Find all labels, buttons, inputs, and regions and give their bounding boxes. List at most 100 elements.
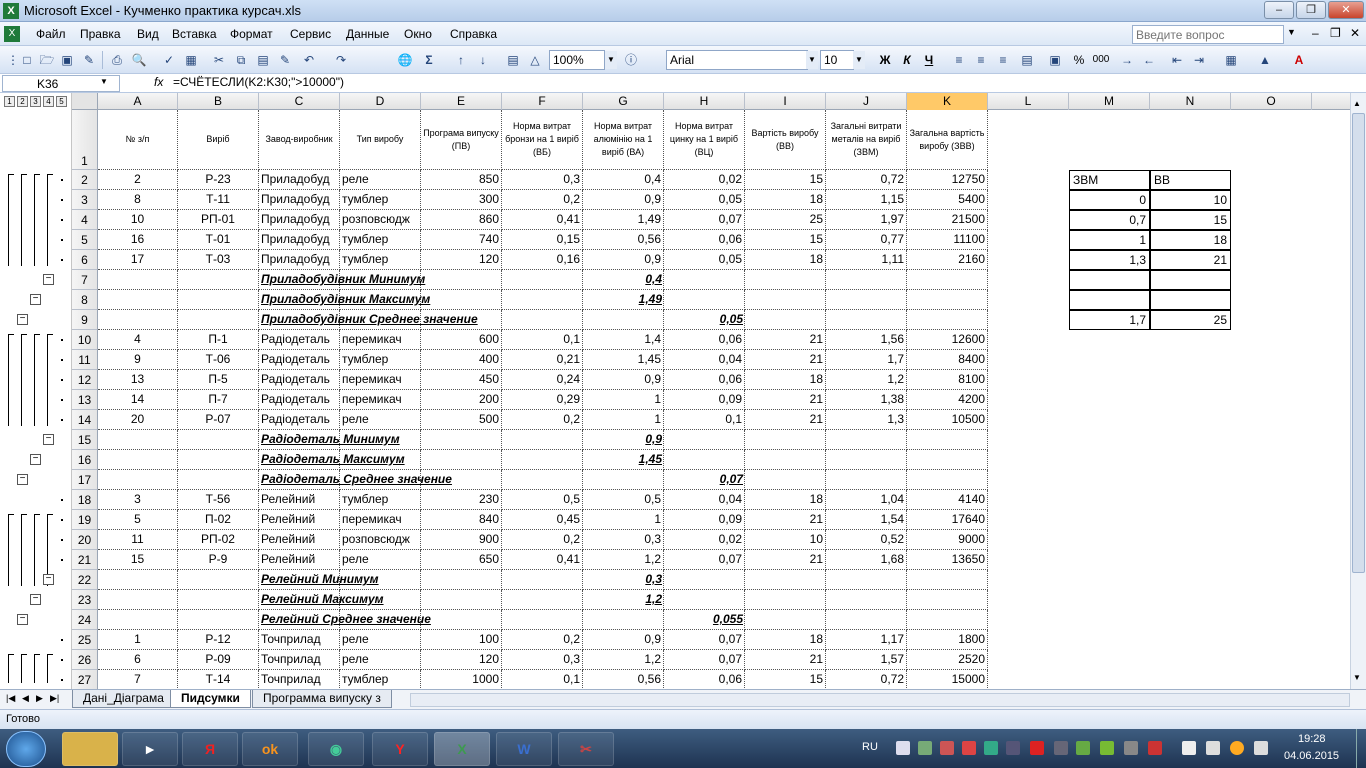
print-preview-icon[interactable]: 🔍: [130, 51, 148, 69]
table-cell[interactable]: Р-12: [178, 630, 259, 650]
table-cell[interactable]: 6: [98, 650, 178, 670]
subtotal-value[interactable]: 0,4: [583, 270, 664, 290]
empty-cell[interactable]: [583, 310, 664, 330]
table-cell[interactable]: 1,2: [583, 550, 664, 570]
help-icon[interactable]: ⓘ: [622, 51, 640, 69]
row-header-1[interactable]: 1: [72, 110, 98, 170]
empty-cell[interactable]: [98, 610, 178, 630]
table-cell[interactable]: П-7: [178, 390, 259, 410]
tray-app-icon[interactable]: [1030, 741, 1044, 755]
formula-input[interactable]: =СЧЁТЕСЛИ(K2:K30;">10000"): [173, 75, 344, 89]
row-header-8[interactable]: 8: [72, 290, 98, 310]
scroll-thumb[interactable]: [1352, 113, 1365, 573]
table-cell[interactable]: 1,2: [826, 370, 907, 390]
table-cell[interactable]: 120: [421, 650, 502, 670]
table-cell[interactable]: 0,07: [664, 650, 745, 670]
outline-level-1-button[interactable]: 1: [4, 96, 15, 107]
table-cell[interactable]: 15: [745, 670, 826, 689]
close-icon[interactable]: ✕: [1328, 1, 1364, 19]
table-cell[interactable]: 15000: [907, 670, 988, 689]
side-table-cell[interactable]: 21: [1150, 250, 1231, 270]
table-cell[interactable]: 0,77: [826, 230, 907, 250]
table-cell[interactable]: 840: [421, 510, 502, 530]
outline-collapse-button[interactable]: −: [43, 434, 54, 445]
row-header-22[interactable]: 22: [72, 570, 98, 590]
side-table-cell[interactable]: [1150, 270, 1231, 290]
column-header-h[interactable]: H: [664, 93, 745, 110]
table-cell[interactable]: П-5: [178, 370, 259, 390]
workbook-icon[interactable]: X: [4, 26, 20, 42]
row-header-14[interactable]: 14: [72, 410, 98, 430]
table-cell[interactable]: 0,02: [664, 530, 745, 550]
table-cell[interactable]: 0,05: [664, 250, 745, 270]
row-header-15[interactable]: 15: [72, 430, 98, 450]
subtotal-value[interactable]: 1,45: [583, 450, 664, 470]
table-cell[interactable]: 1: [583, 390, 664, 410]
empty-cell[interactable]: [826, 610, 907, 630]
zoom-select[interactable]: [549, 50, 605, 70]
empty-cell[interactable]: [745, 430, 826, 450]
table-cell[interactable]: Приладобуд: [259, 250, 340, 270]
table-cell[interactable]: 850: [421, 170, 502, 190]
table-cell[interactable]: 0,9: [583, 370, 664, 390]
table-cell[interactable]: Релейний: [259, 490, 340, 510]
scroll-down-icon[interactable]: ▼: [1353, 673, 1361, 682]
table-cell[interactable]: 0,04: [664, 490, 745, 510]
table-cell[interactable]: 21: [745, 650, 826, 670]
table-cell[interactable]: 18: [745, 630, 826, 650]
decrease-indent-icon[interactable]: ⇤: [1168, 51, 1186, 69]
row-header-2[interactable]: 2: [72, 170, 98, 190]
table-cell[interactable]: Радіодеталь: [259, 350, 340, 370]
empty-cell[interactable]: [907, 570, 988, 590]
subtotal-value[interactable]: 0,07: [664, 470, 745, 490]
table-cell[interactable]: перемикач: [340, 510, 421, 530]
table-cell[interactable]: Т-11: [178, 190, 259, 210]
table-cell[interactable]: 0,3: [502, 650, 583, 670]
table-cell[interactable]: 14: [98, 390, 178, 410]
tray-app-icon[interactable]: [962, 741, 976, 755]
table-cell[interactable]: тумблер: [340, 670, 421, 689]
clock-time[interactable]: 19:28: [1298, 733, 1326, 745]
table-cell[interactable]: 0,2: [502, 190, 583, 210]
table-cell[interactable]: 0,45: [502, 510, 583, 530]
table-cell[interactable]: 20: [98, 410, 178, 430]
table-cell[interactable]: 0,07: [664, 550, 745, 570]
empty-cell[interactable]: [745, 290, 826, 310]
table-cell[interactable]: 18: [745, 490, 826, 510]
table-cell[interactable]: 0,9: [583, 250, 664, 270]
table-cell[interactable]: 0,24: [502, 370, 583, 390]
side-table-cell[interactable]: 18: [1150, 230, 1231, 250]
yandex-browser-task-icon[interactable]: Y: [372, 732, 428, 766]
increase-decimal-icon[interactable]: →: [1118, 51, 1136, 69]
sheet-tab-programa[interactable]: Программа випуску з: [252, 690, 392, 708]
row-header-24[interactable]: 24: [72, 610, 98, 630]
empty-cell[interactable]: [421, 290, 502, 310]
excel-app-icon[interactable]: X: [3, 3, 19, 19]
row-header-21[interactable]: 21: [72, 550, 98, 570]
next-sheet-icon[interactable]: ▶: [36, 693, 43, 704]
column-header-f[interactable]: F: [502, 93, 583, 110]
table-cell[interactable]: реле: [340, 410, 421, 430]
start-button[interactable]: [6, 731, 46, 767]
table-cell[interactable]: Приладобуд: [259, 230, 340, 250]
table-cell[interactable]: тумблер: [340, 490, 421, 510]
table-cell[interactable]: Р-9: [178, 550, 259, 570]
table-cell[interactable]: 0,5: [583, 490, 664, 510]
empty-cell[interactable]: [98, 450, 178, 470]
table-cell[interactable]: перемикач: [340, 330, 421, 350]
empty-cell[interactable]: [421, 570, 502, 590]
font-dropdown-icon[interactable]: ▼: [806, 51, 818, 69]
column-header-o[interactable]: O: [1231, 93, 1312, 110]
last-sheet-icon[interactable]: ▶|: [50, 693, 59, 704]
font-color-icon[interactable]: A: [1290, 51, 1308, 69]
table-cell[interactable]: Приладобуд: [259, 170, 340, 190]
table-cell[interactable]: 230: [421, 490, 502, 510]
empty-cell[interactable]: [178, 570, 259, 590]
table-cell[interactable]: 0,5: [502, 490, 583, 510]
table-cell[interactable]: Релейний: [259, 530, 340, 550]
empty-cell[interactable]: [745, 570, 826, 590]
row-header-12[interactable]: 12: [72, 370, 98, 390]
table-cell[interactable]: 0,52: [826, 530, 907, 550]
save-icon[interactable]: ▣: [58, 51, 76, 69]
table-cell[interactable]: 13650: [907, 550, 988, 570]
